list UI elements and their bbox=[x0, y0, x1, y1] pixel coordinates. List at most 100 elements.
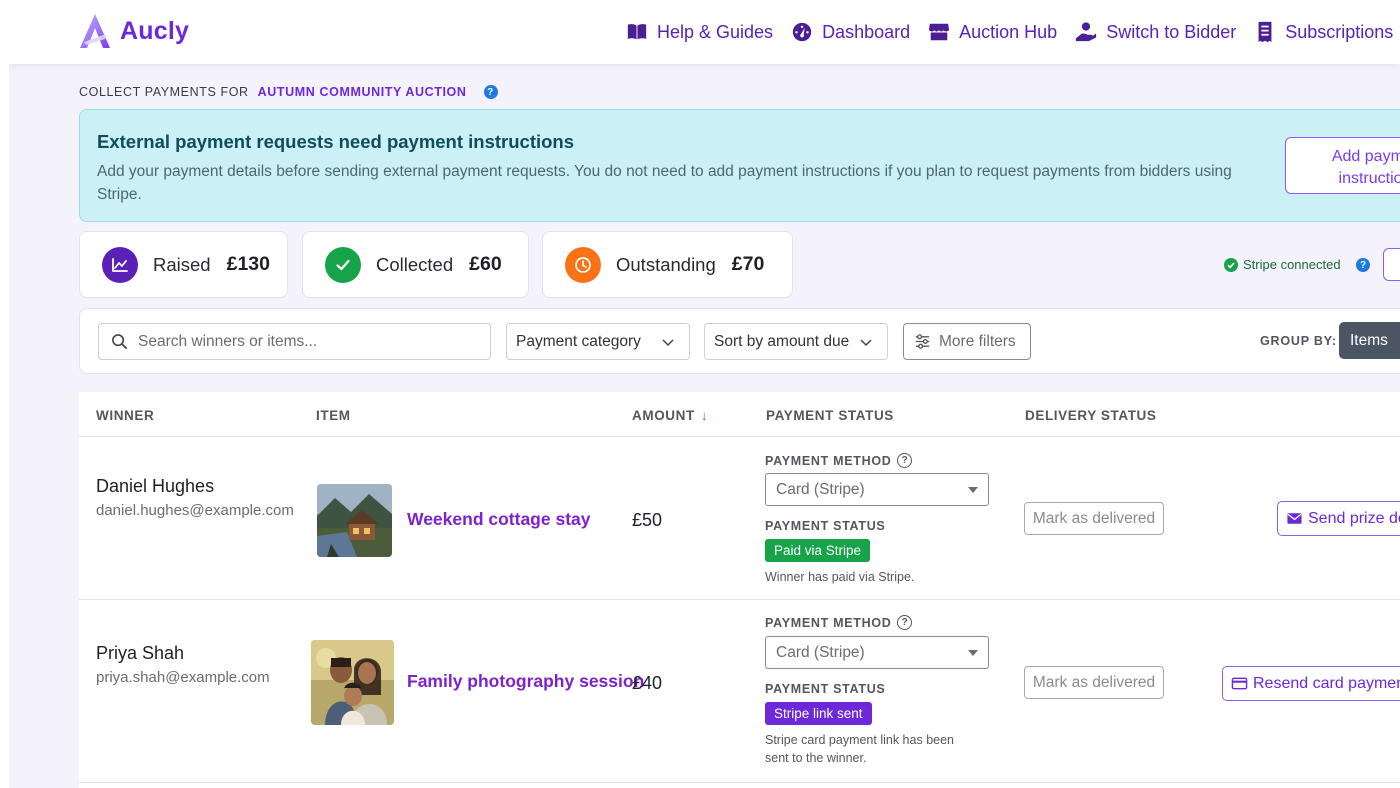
amount-due: £40 bbox=[632, 673, 663, 693]
sort-value: Sort by amount due bbox=[714, 332, 850, 350]
stat-collected-label: Collected bbox=[376, 253, 454, 275]
check-circle-icon bbox=[1224, 257, 1238, 272]
credit-card-icon bbox=[1231, 677, 1248, 690]
nav-auction-hub-label: Auction Hub bbox=[959, 21, 1058, 42]
header-amount[interactable]: AMOUNT ↓ bbox=[632, 408, 708, 423]
nav-help-guides[interactable]: Help & Guides bbox=[626, 21, 773, 43]
caret-down-icon bbox=[968, 486, 978, 493]
stat-outstanding-label: Outstanding bbox=[616, 253, 716, 275]
payment-method-select[interactable]: Card (Stripe) bbox=[765, 473, 989, 506]
mark-delivered-button[interactable]: Mark as delivered bbox=[1024, 666, 1164, 699]
stat-outstanding-value: £70 bbox=[731, 253, 765, 275]
check-icon bbox=[325, 246, 361, 283]
header-item[interactable]: ITEM bbox=[316, 408, 351, 423]
app-name: Aucly bbox=[120, 16, 190, 45]
winner-email: daniel.hughes@example.com bbox=[96, 502, 294, 519]
winners-table: WINNER ITEM AMOUNT ↓ PAYMENT STATUS DELIV… bbox=[79, 392, 1400, 788]
winner-name: Daniel Hughes bbox=[96, 476, 215, 496]
gauge-icon bbox=[792, 22, 812, 42]
payment-status-label: PAYMENT STATUS bbox=[765, 519, 886, 533]
stat-card-collected: Collected £60 bbox=[302, 231, 529, 298]
payment-method-label-text: PAYMENT METHOD bbox=[765, 453, 892, 468]
payment-method-label: PAYMENT METHOD? bbox=[765, 615, 913, 630]
more-filters-label: More filters bbox=[939, 332, 1016, 350]
send-prize-details-button[interactable]: Send prize de bbox=[1277, 501, 1400, 536]
payment-status-label: PAYMENT STATUS bbox=[765, 682, 886, 696]
nav-dashboard[interactable]: Dashboard bbox=[791, 21, 910, 43]
sort-select[interactable]: Sort by amount due bbox=[704, 323, 888, 360]
group-by-label: GROUP BY: bbox=[1260, 334, 1337, 348]
add-payment-instructions-button[interactable]: Add payment instructions bbox=[1285, 137, 1400, 194]
main-nav: Help & Guides Dashboard Auction Hub Swit… bbox=[626, 0, 1400, 64]
sort-arrow-icon: ↓ bbox=[700, 408, 709, 423]
group-by-items-button[interactable]: Items bbox=[1339, 322, 1400, 359]
nav-dashboard-label: Dashboard bbox=[822, 21, 911, 42]
send-prize-details-label: Send prize de bbox=[1308, 509, 1400, 527]
stat-raised-value: £130 bbox=[226, 253, 270, 275]
envelope-icon bbox=[1287, 513, 1302, 524]
stat-card-outstanding: Outstanding £70 bbox=[542, 231, 793, 298]
alert-title: External payment requests need payment i… bbox=[97, 131, 575, 152]
payment-method-label-text: PAYMENT METHOD bbox=[765, 615, 892, 630]
table-row: Priya Shah priya.shah@example.com Family… bbox=[79, 600, 1400, 783]
book-icon bbox=[627, 24, 647, 40]
header-winner[interactable]: WINNER bbox=[96, 408, 154, 423]
item-link[interactable]: Weekend cottage stay bbox=[407, 509, 591, 530]
receipt-icon bbox=[1258, 21, 1272, 43]
status-badge: Stripe link sent bbox=[765, 702, 872, 725]
payment-category-select[interactable]: Payment category bbox=[506, 323, 690, 360]
item-link[interactable]: Family photography session bbox=[407, 671, 644, 692]
nav-subscriptions-label: Subscriptions bbox=[1285, 21, 1394, 42]
help-circle-icon[interactable]: ? bbox=[897, 453, 913, 468]
payment-note: Stripe card payment link has been sent t… bbox=[765, 733, 954, 765]
stripe-connected-status: Stripe connected bbox=[1224, 257, 1341, 272]
sliders-icon bbox=[915, 334, 930, 349]
filter-bar: Payment category Sort by amount due More… bbox=[79, 308, 1400, 374]
help-circle-icon[interactable]: ? bbox=[897, 615, 913, 630]
app-logo[interactable]: Aucly bbox=[78, 12, 189, 50]
stat-card-raised: Raised £130 bbox=[79, 231, 288, 298]
payment-method-value: Card (Stripe) bbox=[776, 480, 865, 498]
search-box bbox=[98, 323, 491, 360]
table-row: Daniel Hughes daniel.hughes@example.com … bbox=[79, 437, 1400, 600]
status-badge: Paid via Stripe bbox=[765, 539, 871, 562]
stat-raised-label: Raised bbox=[153, 253, 211, 275]
stat-collected-value: £60 bbox=[469, 253, 502, 275]
nav-switch-to-bidder[interactable]: Switch to Bidder bbox=[1075, 21, 1236, 43]
nav-help-guides-label: Help & Guides bbox=[657, 21, 774, 42]
nav-subscriptions[interactable]: Subscriptions bbox=[1254, 21, 1393, 43]
stripe-settings-button[interactable] bbox=[1383, 248, 1400, 281]
left-edge-panel bbox=[0, 64, 9, 788]
resend-card-payment-label: Resend card payment bbox=[1253, 674, 1400, 692]
payment-instructions-alert: External payment requests need payment i… bbox=[79, 109, 1400, 222]
user-hand-icon bbox=[1076, 22, 1097, 42]
auction-name-link[interactable]: AUTUMN COMMUNITY AUCTION bbox=[258, 85, 467, 99]
payment-method-select[interactable]: Card (Stripe) bbox=[765, 636, 989, 669]
payment-method-label: PAYMENT METHOD? bbox=[765, 453, 913, 468]
header-delivery-status[interactable]: DELIVERY STATUS bbox=[1025, 408, 1157, 423]
more-filters-button[interactable]: More filters bbox=[903, 323, 1031, 360]
search-icon bbox=[112, 334, 127, 349]
amount-due: £50 bbox=[632, 510, 663, 530]
context-help-icon[interactable]: ? bbox=[483, 85, 498, 99]
caret-down-icon bbox=[968, 649, 978, 656]
resend-card-payment-button[interactable]: Resend card payment bbox=[1222, 666, 1400, 701]
context-label: COLLECT PAYMENTS FOR bbox=[79, 85, 249, 99]
item-image-family[interactable] bbox=[311, 640, 394, 725]
payment-category-value: Payment category bbox=[516, 332, 641, 350]
stripe-status-text: Stripe connected bbox=[1243, 257, 1341, 272]
stripe-help-icon[interactable]: ? bbox=[1356, 258, 1370, 272]
clock-icon bbox=[565, 246, 601, 283]
search-input[interactable] bbox=[138, 332, 468, 351]
chevron-down-icon bbox=[662, 338, 674, 346]
header-payment-status[interactable]: PAYMENT STATUS bbox=[766, 408, 894, 423]
nav-switch-to-bidder-label: Switch to Bidder bbox=[1106, 21, 1237, 42]
nav-auction-hub[interactable]: Auction Hub bbox=[928, 21, 1057, 43]
winner-email: priya.shah@example.com bbox=[96, 669, 270, 686]
mark-delivered-button[interactable]: Mark as delivered bbox=[1024, 502, 1164, 535]
trend-up-icon bbox=[102, 246, 138, 283]
store-icon bbox=[929, 23, 950, 41]
auction-context: COLLECT PAYMENTS FOR AUTUMN COMMUNITY AU… bbox=[79, 85, 498, 99]
item-image-cottage[interactable] bbox=[317, 484, 392, 557]
payment-note: Winner has paid via Stripe. bbox=[765, 570, 915, 584]
